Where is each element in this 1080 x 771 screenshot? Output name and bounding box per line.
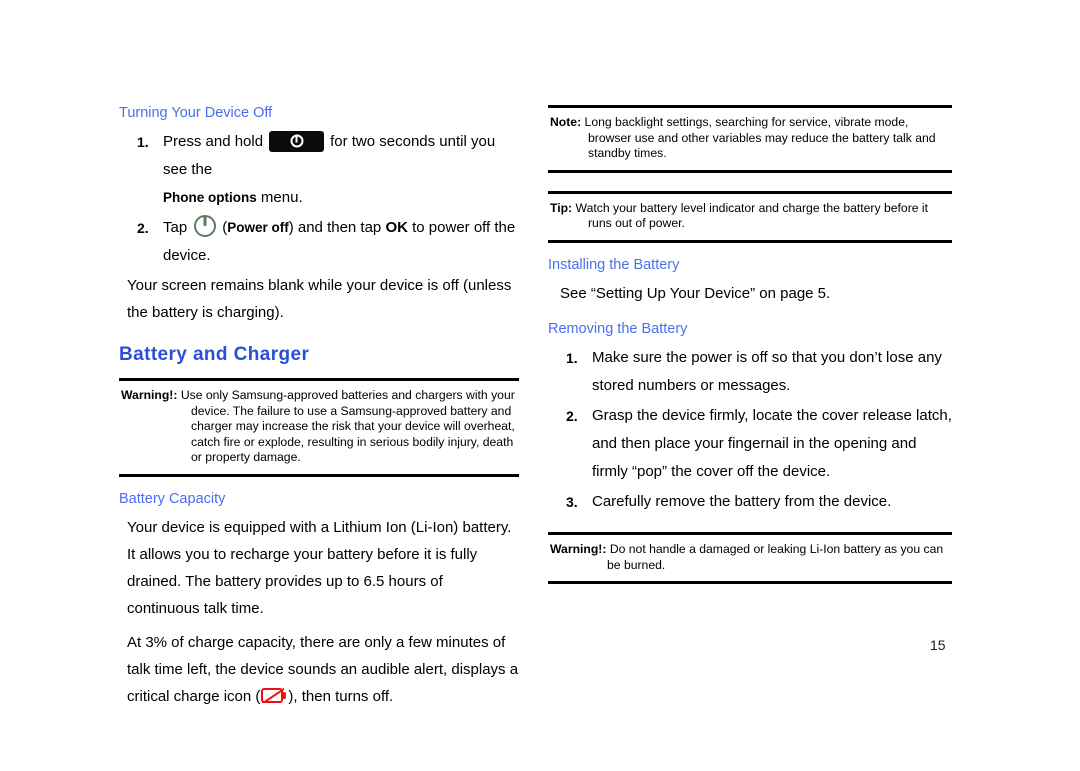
warning-text: Use only Samsung-approved batteries and … [180,388,515,465]
heading-battery-and-charger: Battery and Charger [119,344,310,366]
phone-options-label: Phone options [163,190,257,206]
step-text-before-icon: Press and hold [163,133,264,151]
tip-text: Watch your battery level indicator and c… [575,200,929,231]
heading-installing-the-battery: Installing the Battery [548,256,680,273]
power-off-soft-key-icon [193,214,217,238]
power-bar-glyph [203,216,207,227]
step-text: Make sure the power is off so that you d… [592,349,942,395]
step-number: 1. [137,134,149,151]
page-number: 15 [930,637,946,653]
warning-text: Do not handle a damaged or leaking Li-Io… [607,542,944,572]
critical-battery-icon [261,687,287,703]
critical-text-after-icon: ), then turns off. [288,688,394,706]
warning-label: Warning!: [121,388,178,403]
step-text: Grasp the device firmly, locate the cove… [592,407,952,481]
tip-callout: Tip: Watch your battery level indicator … [548,190,952,243]
warning-callout-samsung-approved: Warning!: Use only Samsung-approved batt… [119,378,519,477]
right-column: Note: Long backlight settings, searching… [548,105,952,598]
callout-text: Note: Long backlight settings, searching… [550,115,950,162]
note-callout: Note: Long backlight settings, searching… [548,105,952,173]
step-number: 2. [137,220,149,237]
tip-label: Tip: [550,200,573,215]
warning-callout-damaged-battery: Warning!: Do not handle a damaged or lea… [548,532,952,585]
callout-text: Tip: Watch your battery level indicator … [550,201,950,232]
warning-label: Warning!: [550,542,607,557]
list-item: 3. Carefully remove the battery from the… [548,488,952,516]
power-symbol-glyph [290,134,304,148]
paragraph-battery-capacity: Your device is equipped with a Lithium I… [127,519,512,618]
heading-removing-the-battery: Removing the Battery [548,320,688,337]
step-number: 2. [566,408,578,425]
power-off-label: Power off [227,220,289,236]
step-number: 1. [566,350,578,367]
step-number: 3. [566,494,578,511]
step-text-before-icon: Tap [163,219,188,237]
note-label: Note: [550,115,582,129]
list-item: 1. Make sure the power is off so that yo… [548,344,952,400]
heading-battery-capacity: Battery Capacity [119,490,226,507]
heading-turning-your-device-off: Turning Your Device Off [119,105,273,121]
callout-text: Warning!: Do not handle a damaged or lea… [550,542,950,573]
power-key-icon [269,130,325,152]
list-item: 2. Tap (Power off) and then tap OK to pow… [119,214,519,270]
step-text: Carefully remove the battery from the de… [592,493,892,511]
left-column: Turning Your Device Off 1. Press and hol… [119,105,519,717]
paragraph-blank-screen: Your screen remains blank while your dev… [127,277,512,322]
note-text: Long backlight settings, searching for s… [584,115,936,160]
paragraph-critical-charge: At 3% of charge capacity, there are only… [119,629,519,710]
battery-slash-glyph [262,688,284,703]
step-text-mid: and then tap [293,219,386,237]
list-item: 2. Grasp the device firmly, locate the c… [548,402,952,486]
removing-battery-steps-list: 1. Make sure the power is off so that yo… [548,344,952,516]
manual-page: Turning Your Device Off 1. Press and hol… [0,0,1080,771]
list-item: 1. Press and hold for two seconds until y… [119,128,519,212]
phone-options-rest: menu. [256,189,303,207]
ok-label: OK [385,219,408,237]
step-second-line: Phone options menu. [163,184,519,212]
turning-off-steps-list: 1. Press and hold for two seconds until y… [119,128,519,270]
callout-text: Warning!: Use only Samsung-approved batt… [121,388,517,466]
paragraph-see-reference: See “Setting Up Your Device” on page 5. [560,284,831,302]
